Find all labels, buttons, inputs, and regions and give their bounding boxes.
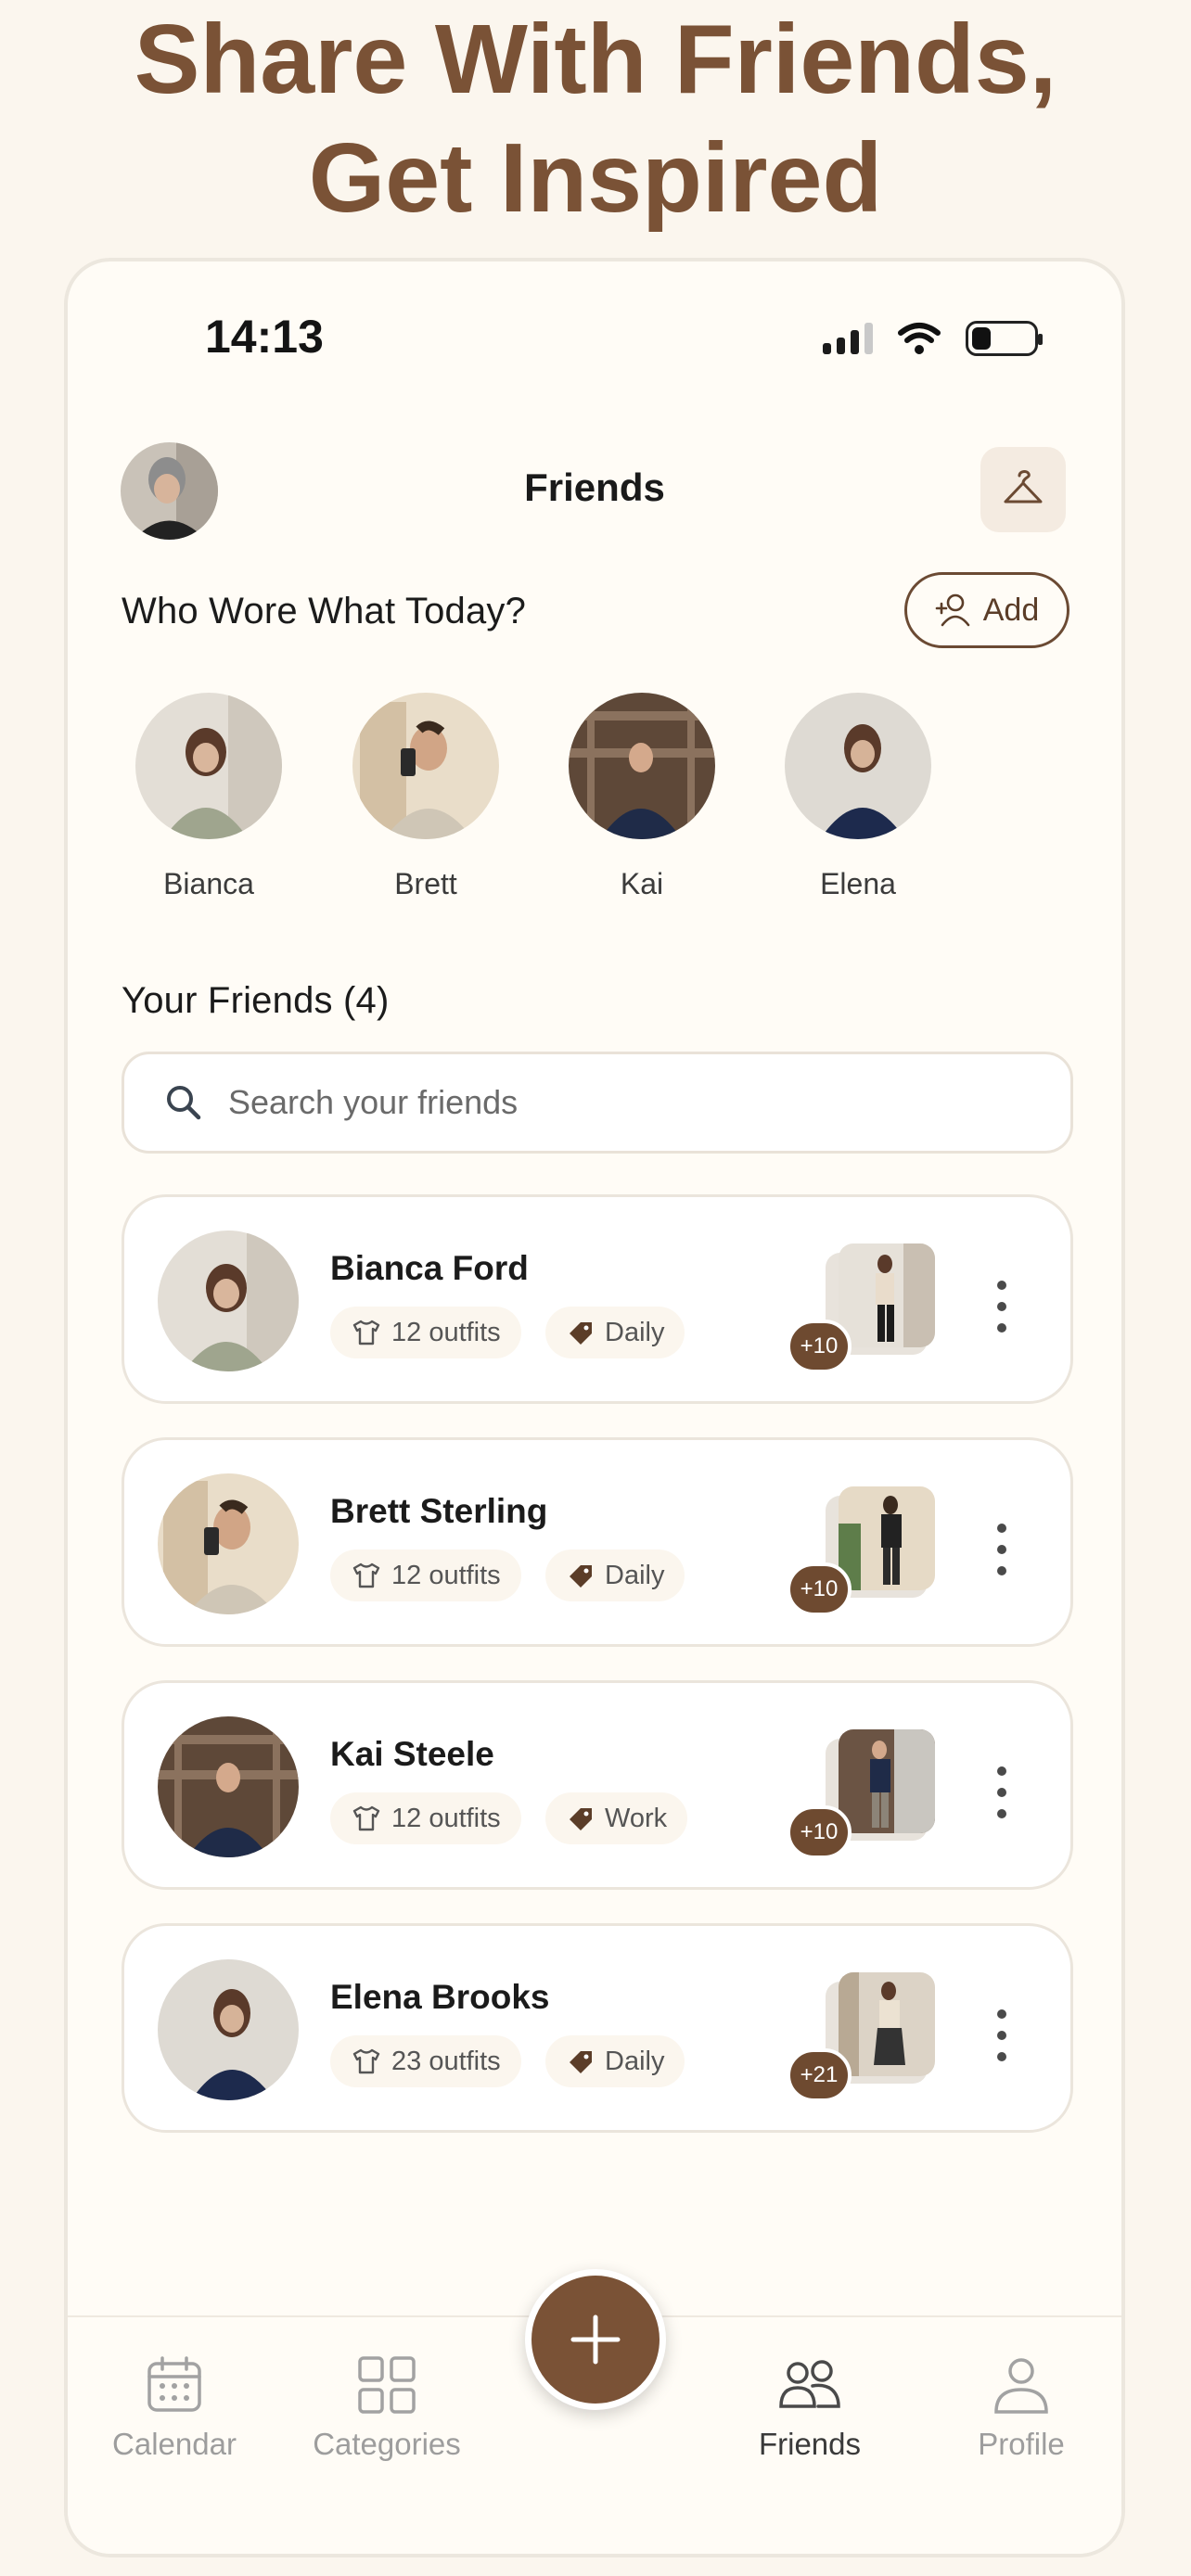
more-options-icon[interactable] <box>992 1524 1011 1575</box>
outfit-count: 12 outfits <box>391 1317 501 1347</box>
add-friend-label: Add <box>982 592 1040 628</box>
story-avatar <box>569 693 715 839</box>
tag-icon <box>570 1808 592 1830</box>
tag-label: Daily <box>605 1317 665 1347</box>
add-friend-button[interactable]: Add <box>904 572 1069 648</box>
friend-card[interactable]: Kai Steele 12 outfits Work +10 <box>122 1680 1073 1890</box>
search-bar[interactable] <box>122 1052 1073 1154</box>
story-avatar <box>352 693 499 839</box>
tag-label: Daily <box>605 2046 665 2076</box>
friend-card[interactable]: Brett Sterling 12 outfits Daily +10 <box>122 1437 1073 1647</box>
stories-title: Who Wore What Today? <box>122 591 527 631</box>
nav-calendar[interactable]: Calendar <box>82 2354 267 2462</box>
page-title: Friends <box>524 465 665 509</box>
story-brett[interactable]: Brett <box>352 693 500 901</box>
story-name: Bianca <box>163 867 254 900</box>
headline-line-2: Get Inspired <box>308 123 883 233</box>
outfit-count: 12 outfits <box>391 1803 501 1833</box>
friend-card[interactable]: Elena Brooks 23 outfits Daily +21 <box>122 1923 1073 2133</box>
nav-categories[interactable]: Categories <box>294 2354 480 2462</box>
outfit-count-chip: 12 outfits <box>330 1549 521 1601</box>
tag-icon <box>570 2051 592 2073</box>
more-options-icon[interactable] <box>992 1766 1011 1818</box>
status-icons <box>823 321 1043 356</box>
tag-icon <box>570 1565 592 1588</box>
battery-icon <box>966 321 1043 356</box>
shirt-icon <box>352 1320 380 1345</box>
friend-name: Kai Steele <box>330 1735 494 1773</box>
tag-chip: Work <box>545 1792 688 1844</box>
signal-icon <box>823 323 873 354</box>
more-options-icon[interactable] <box>992 1281 1011 1333</box>
story-kai[interactable]: Kai <box>568 693 716 901</box>
outfit-count: 12 outfits <box>391 1560 501 1590</box>
nav-label: Calendar <box>112 2427 237 2461</box>
friend-name: Bianca Ford <box>330 1249 529 1287</box>
person-icon <box>994 2358 1048 2414</box>
wifi-icon <box>898 323 941 354</box>
promo-headline: Share With Friends, Get Inspired <box>0 0 1191 237</box>
story-name: Brett <box>394 867 457 900</box>
tag-label: Daily <box>605 1560 665 1590</box>
friend-avatar <box>158 1716 299 1857</box>
story-avatar <box>135 693 282 839</box>
more-outfits-badge: +10 <box>787 1562 852 1616</box>
more-options-icon[interactable] <box>992 2009 1011 2061</box>
friend-avatar <box>158 1959 299 2100</box>
story-avatar <box>785 693 931 839</box>
nav-friends[interactable]: Friends <box>717 2354 903 2462</box>
grid-icon <box>358 2356 416 2414</box>
outfit-count-chip: 23 outfits <box>330 2035 521 2087</box>
wardrobe-button[interactable] <box>980 447 1066 532</box>
more-outfits-badge: +10 <box>787 1320 852 1373</box>
search-icon <box>167 1086 201 1120</box>
friend-avatar <box>158 1231 299 1371</box>
story-name: Elena <box>820 867 896 900</box>
shirt-icon <box>352 1562 380 1588</box>
add-user-icon <box>935 593 970 627</box>
story-name: Kai <box>620 867 664 900</box>
outfit-count-chip: 12 outfits <box>330 1307 521 1358</box>
friend-name: Elena Brooks <box>330 1978 550 2016</box>
calendar-icon <box>147 2356 201 2412</box>
friend-card[interactable]: Bianca Ford 12 outfits Daily +10 <box>122 1194 1073 1404</box>
status-time: 14:13 <box>205 311 324 363</box>
more-outfits-badge: +10 <box>787 1805 852 1859</box>
nav-label: Profile <box>978 2427 1065 2461</box>
shirt-icon <box>352 1805 380 1831</box>
friends-title: Your Friends (4) <box>122 980 390 1021</box>
outfit-count-chip: 12 outfits <box>330 1792 521 1844</box>
tag-icon <box>570 1322 592 1345</box>
story-bianca[interactable]: Bianca <box>134 693 283 901</box>
tag-chip: Daily <box>545 1307 685 1358</box>
friend-name: Brett Sterling <box>330 1492 548 1530</box>
nav-profile[interactable]: Profile <box>928 2354 1114 2462</box>
nav-label: Friends <box>758 2427 862 2461</box>
tag-chip: Daily <box>545 1549 685 1601</box>
search-input[interactable] <box>228 1083 970 1122</box>
add-outfit-button[interactable] <box>525 2269 666 2410</box>
tag-chip: Daily <box>545 2035 685 2087</box>
hanger-icon <box>1004 470 1043 504</box>
nav-label: Categories <box>313 2427 461 2461</box>
outfit-count: 23 outfits <box>391 2046 501 2076</box>
people-icon <box>779 2360 840 2408</box>
headline-line-1: Share With Friends, <box>134 5 1057 114</box>
more-outfits-badge: +21 <box>787 2048 852 2102</box>
story-elena[interactable]: Elena <box>784 693 932 901</box>
tag-label: Work <box>605 1803 668 1833</box>
phone-frame: 14:13 Friends Who Wore What Today? Add B… <box>64 258 1125 2557</box>
friend-avatar <box>158 1473 299 1614</box>
shirt-icon <box>352 2048 380 2074</box>
plus-icon <box>570 2315 621 2365</box>
